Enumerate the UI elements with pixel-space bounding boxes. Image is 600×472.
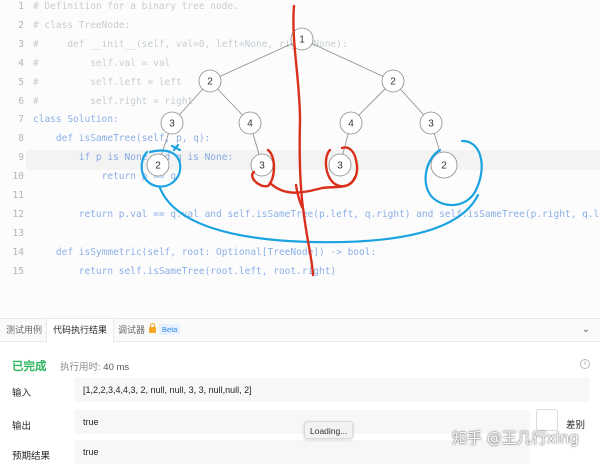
tree-node-label: 4: [348, 119, 354, 130]
tree-node-label: 2: [441, 161, 447, 172]
input-label: 输入: [12, 388, 32, 399]
red-connector: [268, 175, 357, 194]
chevron-down-icon[interactable]: ⌄: [580, 324, 592, 336]
tree-node-label: 4: [247, 119, 253, 130]
tree-edges: [157, 38, 445, 166]
tree-node-label: 3: [169, 119, 175, 130]
tree-node: 3: [328, 153, 352, 177]
tree-node-label: 3: [337, 161, 343, 172]
tree-node-label: 3: [428, 119, 434, 130]
output-label: 输出: [12, 421, 32, 432]
lock-icon: [149, 323, 157, 333]
tree-node: 2: [146, 153, 170, 177]
info-icon[interactable]: i: [580, 359, 590, 369]
tree-node-label: 2: [155, 161, 161, 172]
tab-testcase[interactable]: 测试用例: [0, 319, 48, 342]
tree-node: 3: [160, 111, 184, 135]
tree-diagram-overlay: 1 2 2 3 4 4 3 2 3 3 2: [140, 4, 483, 277]
result-panel: 已完成 执行用时: 40 ms i 输入 [1,2,2,3,4,4,3, 2, …: [0, 342, 600, 472]
tree-node-label: 1: [299, 35, 305, 46]
tree-node: 2: [381, 69, 405, 93]
tree-node: 2: [198, 69, 222, 93]
tab-debugger[interactable]: 调试器 Beta: [112, 319, 186, 342]
code-editor[interactable]: 1 # Definition for a binary tree node. 2 # …: [0, 0, 600, 320]
expected-label: 预期结果: [12, 451, 51, 462]
tab-result[interactable]: 代码执行结果: [46, 319, 115, 342]
watermark: 知乎 @王几行xing: [452, 429, 579, 447]
blue-tick: [170, 143, 182, 152]
tab-debugger-label: 调试器: [118, 325, 146, 335]
runtime-label: 执行用时:: [60, 362, 101, 373]
loading-tooltip: Loading...: [304, 421, 354, 439]
console-tabs: 测试用例 代码执行结果 调试器 Beta ⌄: [0, 318, 600, 342]
beta-badge: Beta: [159, 324, 181, 335]
status-text: 已完成: [12, 361, 47, 373]
input-value: [1,2,2,3,4,4,3, 2, null, null, 3, 3, nul…: [74, 378, 590, 402]
tree-node-label: 2: [207, 77, 213, 88]
tree-node-label: 2: [390, 77, 396, 88]
runtime-info: 执行用时: 40 ms: [60, 359, 129, 373]
runtime-value: 40 ms: [103, 362, 130, 373]
tree-node: 3: [419, 111, 443, 135]
tree-node: 4: [238, 111, 262, 135]
tree-node: 4: [339, 111, 363, 135]
tree-node: 2: [430, 151, 458, 179]
tree-node-label: 3: [259, 161, 265, 172]
